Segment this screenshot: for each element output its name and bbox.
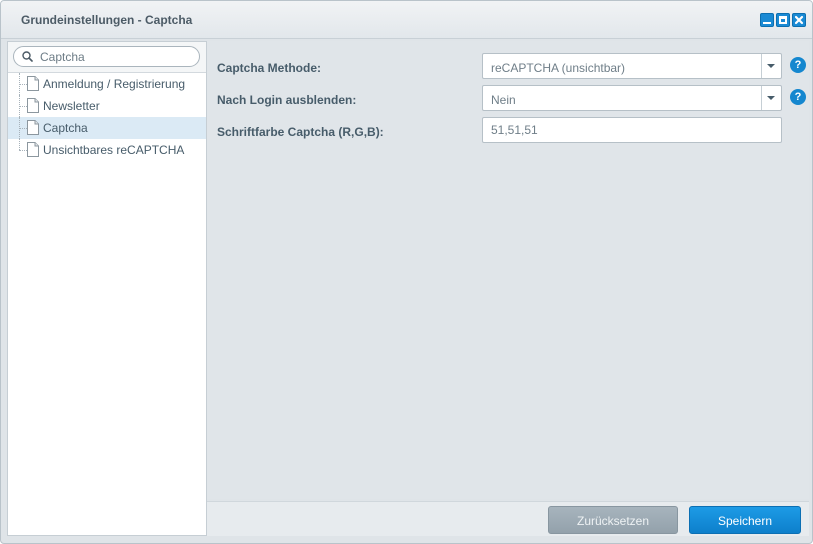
chevron-down-icon[interactable] [761, 54, 781, 78]
window-titlebar[interactable]: Grundeinstellungen - Captcha [1, 1, 812, 39]
tree-item-label: Captcha [43, 121, 88, 135]
captcha-method-value: reCAPTCHA (unsichtbar) [491, 61, 626, 75]
chevron-down-icon[interactable] [761, 86, 781, 110]
tree-item-label: Unsichtbares reCAPTCHA [43, 143, 185, 157]
search-input[interactable] [40, 50, 190, 64]
tree-item-captcha[interactable]: Captcha [8, 117, 206, 139]
tree-item-unsichtbares-recaptcha[interactable]: Unsichtbares reCAPTCHA [8, 139, 206, 161]
captcha-method-select[interactable]: reCAPTCHA (unsichtbar) [482, 53, 782, 79]
captcha-method-label: Captcha Methode: [217, 61, 322, 75]
font-color-input[interactable] [482, 117, 782, 143]
document-icon [27, 142, 39, 157]
tree-item-newsletter[interactable]: Newsletter [8, 95, 206, 117]
help-icon[interactable]: ? [790, 89, 806, 105]
settings-tree: Anmeldung / Registrierung Newsletter Cap… [8, 73, 206, 161]
window-title: Grundeinstellungen - Captcha [21, 13, 193, 27]
search-icon [22, 51, 33, 62]
font-color-label: Schriftfarbe Captcha (R,G,B): [217, 125, 384, 139]
form-footer: Zurücksetzen Speichern [207, 501, 809, 536]
search-box[interactable] [13, 46, 200, 67]
search-bar [8, 42, 206, 73]
reset-button[interactable]: Zurücksetzen [548, 506, 678, 534]
document-icon [27, 76, 39, 91]
tree-item-anmeldung[interactable]: Anmeldung / Registrierung [8, 73, 206, 95]
tree-item-label: Anmeldung / Registrierung [43, 77, 186, 91]
save-button[interactable]: Speichern [689, 506, 801, 534]
document-icon [27, 120, 39, 135]
hide-after-login-label: Nach Login ausblenden: [217, 93, 357, 107]
settings-window: Grundeinstellungen - Captcha Captcha Anm… [0, 0, 813, 544]
sidebar: Anmeldung / Registrierung Newsletter Cap… [7, 41, 207, 536]
window-controls [760, 13, 806, 27]
settings-form: Captcha Methode: reCAPTCHA (unsichtbar) … [207, 41, 809, 499]
close-icon[interactable] [792, 13, 806, 27]
hide-after-login-select[interactable]: Nein [482, 85, 782, 111]
hide-after-login-value: Nein [491, 93, 516, 107]
minimize-icon[interactable] [760, 13, 774, 27]
form-row-font-color: Schriftfarbe Captcha (R,G,B): [217, 117, 807, 143]
tree-item-label: Newsletter [43, 99, 100, 113]
document-icon [27, 98, 39, 113]
form-row-captcha-method: Captcha Methode: reCAPTCHA (unsichtbar) … [217, 53, 807, 79]
help-icon[interactable]: ? [790, 57, 806, 73]
maximize-icon[interactable] [776, 13, 790, 27]
form-row-hide-after-login: Nach Login ausblenden: Nein ? [217, 85, 807, 111]
